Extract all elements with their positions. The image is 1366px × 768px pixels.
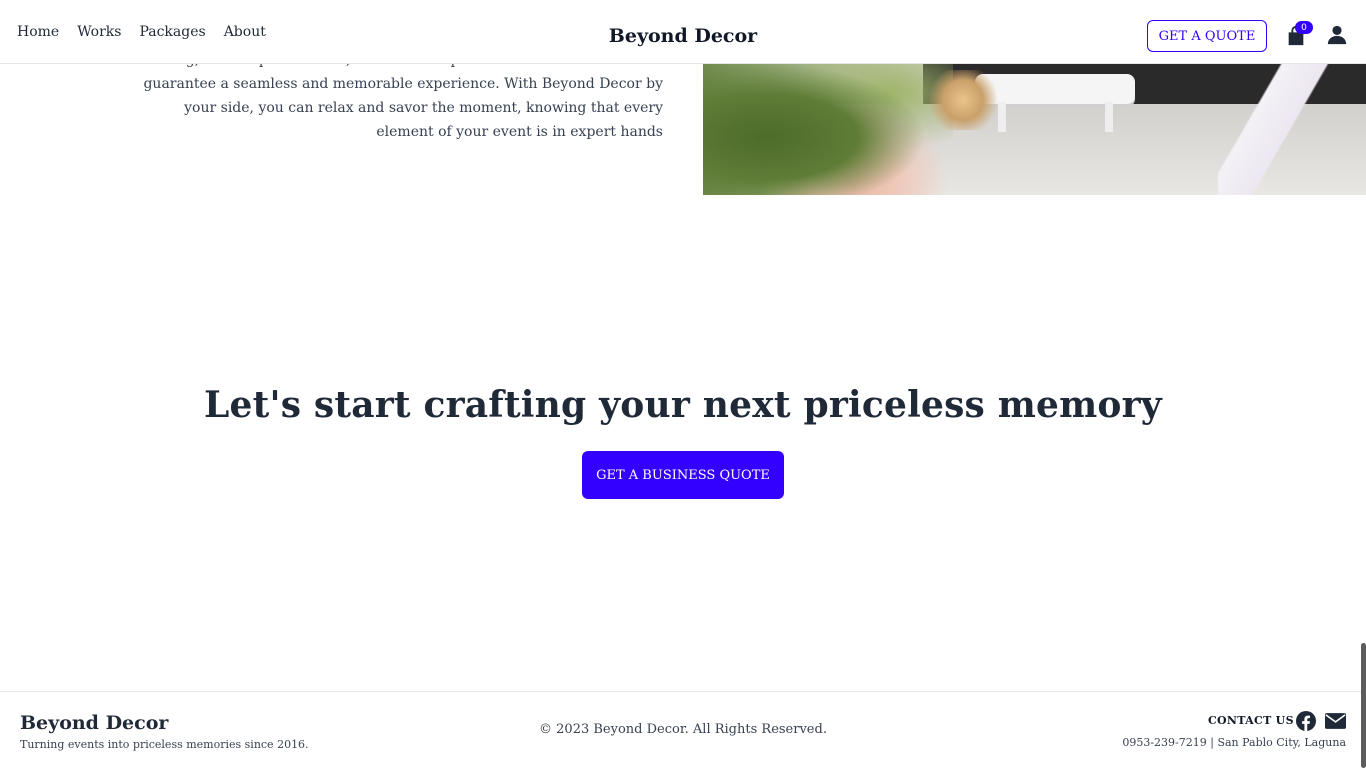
nav-works[interactable]: Works <box>77 24 121 40</box>
nav-home[interactable]: Home <box>17 24 59 40</box>
contact-us-label: CONTACT US <box>1208 714 1294 727</box>
contact-info: 0953-239-7219 | San Pablo City, Laguna <box>1122 736 1346 749</box>
photo-drape <box>1218 50 1366 195</box>
photo-foliage <box>703 50 953 195</box>
intro-line: guarantee a seamless and memorable exper… <box>143 76 663 92</box>
facebook-icon[interactable] <box>1296 711 1316 731</box>
intro-line: element of your event is in expert hands <box>376 124 663 140</box>
main-nav: Home Works Packages About <box>17 0 266 64</box>
nav-about[interactable]: About <box>224 24 266 40</box>
intro-line: your side, you can relax and savor the m… <box>184 100 663 116</box>
footer-copyright: © 2023 Beyond Decor. All Rights Reserved… <box>539 722 827 737</box>
user-icon[interactable] <box>1326 24 1348 46</box>
nav-packages[interactable]: Packages <box>139 24 205 40</box>
site-header: Home Works Packages About Beyond Decor G… <box>0 0 1366 64</box>
brand-logo[interactable]: Beyond Decor <box>609 25 757 47</box>
photo-flower <box>923 70 1003 130</box>
site-footer: Beyond Decor Turning events into pricele… <box>0 691 1366 768</box>
page-scrollbar[interactable] <box>1361 643 1366 768</box>
cart-count-badge: 0 <box>1295 21 1313 34</box>
event-decor-photo <box>703 50 1366 195</box>
business-quote-button[interactable]: GET A BUSINESS QUOTE <box>582 451 784 499</box>
cta-heading: Let's start crafting your next priceless… <box>204 384 1162 426</box>
envelope-icon[interactable] <box>1325 713 1346 729</box>
photo-bench-leg <box>1105 102 1113 132</box>
get-quote-button[interactable]: GET A QUOTE <box>1147 20 1267 52</box>
footer-tagline: Turning events into priceless memories s… <box>20 738 309 751</box>
